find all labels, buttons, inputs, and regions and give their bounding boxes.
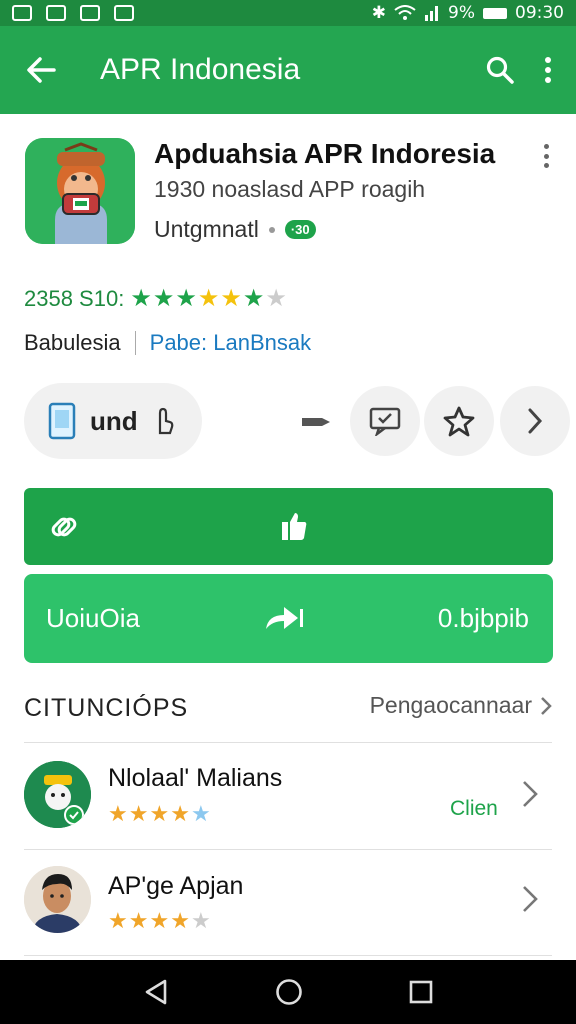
wifi-icon xyxy=(394,5,416,20)
favorite-button[interactable] xyxy=(424,386,494,456)
mascot-monkey-icon xyxy=(25,138,135,244)
dot xyxy=(543,153,549,159)
rating-text: 2358 S10: xyxy=(24,286,125,311)
star-full-icon: ★ xyxy=(242,285,265,312)
app-bar: APR Indonesia xyxy=(0,26,576,114)
chevron-right-icon xyxy=(523,886,538,912)
link-icon xyxy=(51,517,77,537)
bluetooth-icon: ✱ xyxy=(371,3,387,23)
divider xyxy=(24,742,552,743)
dot xyxy=(543,144,549,149)
arrow-left-icon xyxy=(27,57,56,83)
star-empty-icon: ★ xyxy=(190,801,211,826)
status-badge: ·30 xyxy=(284,220,316,239)
meta-row: Babulesia Pabe: LanBnsak xyxy=(24,330,311,356)
star-full-icon: ★ xyxy=(149,908,170,933)
back-triangle-icon[interactable] xyxy=(143,978,169,1006)
next-button[interactable] xyxy=(500,386,570,456)
star-full-icon: ★ xyxy=(220,285,242,312)
chevron-right-icon xyxy=(541,696,552,715)
status-bar: ✱ 9% 09:30 xyxy=(0,0,576,26)
star-full-icon: ★ xyxy=(149,801,170,826)
system-nav-bar xyxy=(0,960,576,1024)
phone-icon xyxy=(48,402,76,440)
review-author: AP'ge Apjan xyxy=(108,872,244,900)
star-full-icon: ★ xyxy=(128,908,149,933)
divider xyxy=(24,849,552,850)
star-full-icon: ★ xyxy=(130,285,152,312)
dot xyxy=(543,163,549,168)
star-full-icon: ★ xyxy=(108,908,128,933)
rating-stars: ★ ★ ★ ★ ★ ★ ★ xyxy=(130,287,287,311)
star-full-icon: ★ xyxy=(170,908,190,933)
message-icon xyxy=(369,407,401,436)
chevron-right-icon xyxy=(523,781,538,807)
mascot-avatar-icon xyxy=(24,761,91,828)
signal-icon xyxy=(425,6,439,21)
secondary-right-label: 0.bjbpib xyxy=(437,603,529,633)
review-stars: ★ ★ ★ ★ ★ xyxy=(108,910,211,932)
list-item[interactable]: AP'ge Apjan ★ ★ ★ ★ ★ xyxy=(0,852,576,956)
primary-action-button[interactable] xyxy=(24,488,553,565)
more-vertical-icon xyxy=(545,57,551,83)
publisher: Babulesia xyxy=(24,330,121,355)
star-full-icon: ★ xyxy=(197,285,220,312)
hand-pointer-icon xyxy=(158,407,174,435)
secondary-action-button[interactable]: UoiuOia 0.bjbpib xyxy=(24,574,553,663)
review-action-link[interactable]: Clien xyxy=(450,797,498,821)
star-full-icon: ★ xyxy=(128,801,149,826)
home-circle-icon[interactable] xyxy=(275,978,303,1006)
thumbs-up-icon xyxy=(282,513,307,540)
back-button[interactable] xyxy=(0,57,82,83)
section-see-more-link[interactable]: Pengaocannaar xyxy=(370,692,552,719)
page-title: APR Indonesia xyxy=(100,53,301,86)
install-label: und xyxy=(90,405,138,436)
app-subtitle: 1930 noaslasd APP roagih xyxy=(154,176,426,202)
person-avatar-icon xyxy=(24,866,91,933)
recents-square-icon[interactable] xyxy=(409,980,433,1004)
section-link-label: Pengaocannaar xyxy=(369,692,532,718)
divider xyxy=(134,331,136,355)
battery-percent: 9% xyxy=(448,3,475,23)
avatar xyxy=(24,761,91,828)
clock: 09:30 xyxy=(515,3,564,23)
star-full-icon: ★ xyxy=(152,285,175,312)
avatar xyxy=(24,866,91,933)
camera-notification-icon xyxy=(46,5,66,21)
review-author: Nlolaal' Malians xyxy=(108,764,283,792)
developer-row: Untgmnatl ·30 xyxy=(154,216,316,243)
star-half-icon: ★ xyxy=(170,801,190,826)
section-title: CITUNCIÓPS xyxy=(24,694,189,722)
image-notification-icon xyxy=(12,5,32,21)
search-icon xyxy=(486,56,514,84)
separator-dot xyxy=(268,226,275,233)
tag-icon xyxy=(302,418,330,426)
review-stars: ★ ★ ★ ★ ★ xyxy=(108,803,211,825)
star-empty-icon: ★ xyxy=(265,285,287,312)
rating-row: 2358 S10: ★ ★ ★ ★ ★ ★ ★ xyxy=(24,286,287,312)
message-button[interactable] xyxy=(350,386,420,456)
star-outline-icon xyxy=(443,406,475,437)
store-notification-icon xyxy=(114,5,134,21)
battery-icon xyxy=(483,7,507,19)
app-notification-icon xyxy=(80,5,100,21)
install-chip[interactable]: und xyxy=(24,383,202,459)
star-full-icon: ★ xyxy=(175,285,197,312)
publisher-link[interactable]: Pabe: LanBnsak xyxy=(150,330,311,356)
app-icon xyxy=(25,138,135,244)
search-button[interactable] xyxy=(480,56,520,84)
star-full-icon: ★ xyxy=(108,801,128,826)
list-item[interactable]: Nlolaal' Malians ★ ★ ★ ★ ★ Clien xyxy=(0,745,576,849)
developer-name[interactable]: Untgmnatl xyxy=(154,216,259,243)
app-menu-button[interactable] xyxy=(538,144,554,168)
app-name: Apduahsia APR Indoresia xyxy=(154,138,496,169)
overflow-menu-button[interactable] xyxy=(520,56,576,84)
star-empty-icon: ★ xyxy=(190,908,211,933)
share-arrow-icon xyxy=(266,607,303,629)
divider xyxy=(24,955,552,956)
chevron-right-icon xyxy=(528,408,543,434)
secondary-left-label: UoiuOia xyxy=(46,603,140,633)
